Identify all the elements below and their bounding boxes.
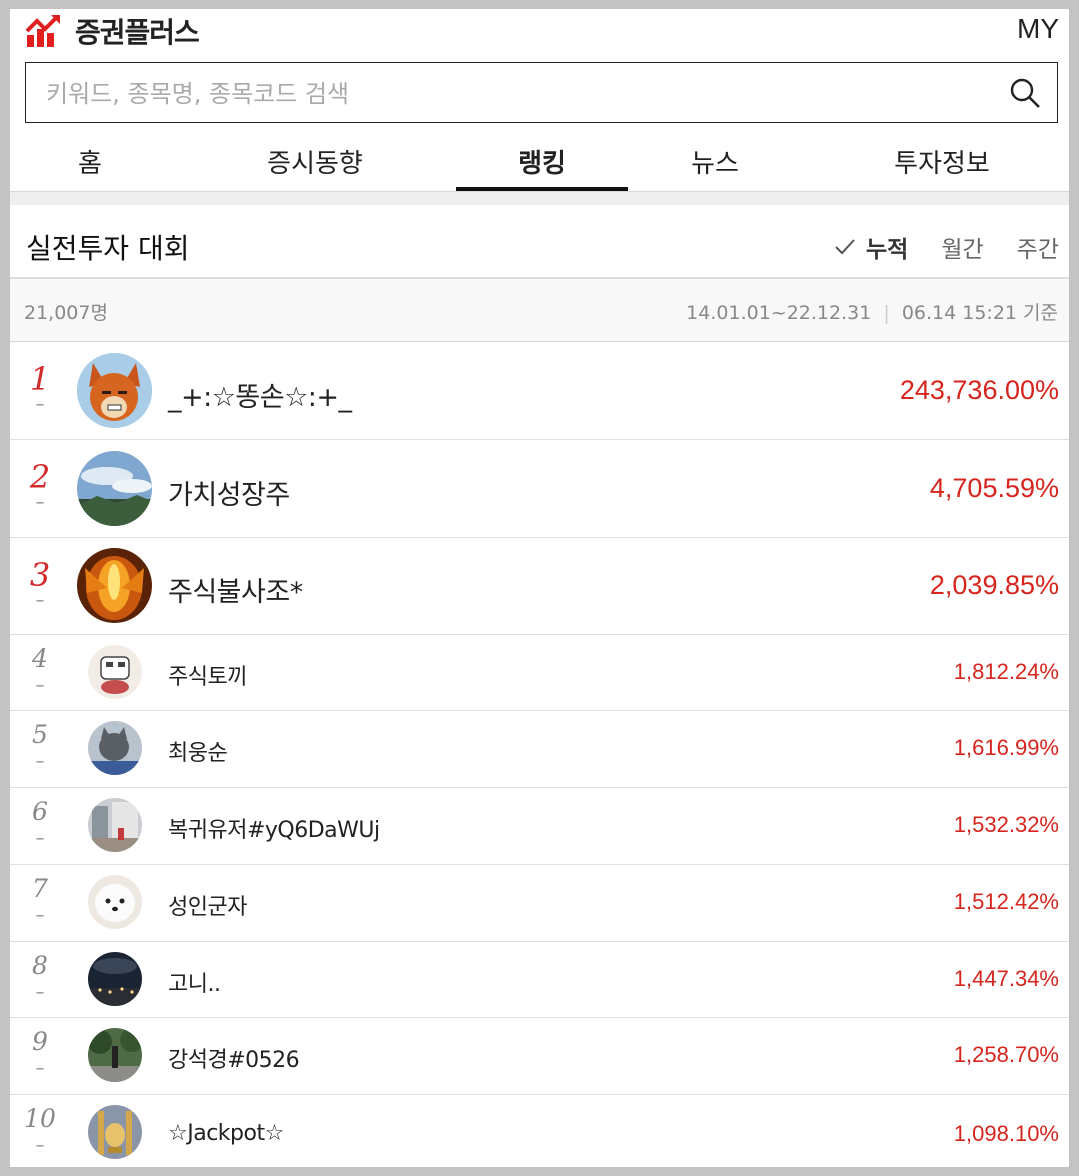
period-filters: 누적 월간 주간: [801, 230, 1059, 264]
return-rate: 1,447.34%: [953, 966, 1059, 991]
ranking-row[interactable]: 9 – 강석경#0526 1,258.70%: [10, 1018, 1069, 1095]
rank-change: –: [35, 905, 45, 926]
night-city-avatar: [88, 952, 142, 1006]
ranking-row[interactable]: 1 – _+:☆똥손☆:+_ 243,736.00%: [10, 342, 1069, 440]
rank-change: –: [35, 394, 45, 415]
rank-change: –: [35, 675, 45, 696]
filter-cumulative-label: 누적: [866, 237, 909, 263]
search-icon[interactable]: [1009, 77, 1041, 109]
period-info: 14.01.01~22.12.31 | 06.14 15:21 기준: [686, 298, 1058, 325]
nickname: ☆Jackpot☆: [168, 1121, 284, 1146]
ranking-row[interactable]: 10 – ☆Jackpot☆ 1,098.10%: [10, 1095, 1069, 1167]
rank-number: 7: [32, 874, 48, 903]
street-photo-avatar: [88, 798, 142, 852]
ranking-row[interactable]: 2 – 가치성장주 4,705.59%: [10, 440, 1069, 538]
return-rate: 1,812.24%: [953, 659, 1059, 684]
return-rate: 4,705.59%: [929, 473, 1059, 503]
tab-invest-info[interactable]: 투자정보: [872, 143, 1012, 180]
ranking-row[interactable]: 3 – 주식불사조* 2,039.85%: [10, 538, 1069, 635]
ranking-row[interactable]: 6 – 복귀유저#yQ6DaWUj 1,532.32%: [10, 788, 1069, 865]
return-rate: 1,258.70%: [953, 1042, 1059, 1067]
participant-count: 21,007명: [24, 302, 108, 324]
return-rate: 243,736.00%: [899, 375, 1059, 405]
return-rate: 1,532.32%: [953, 812, 1059, 837]
white-dog-avatar: [88, 875, 142, 929]
nickname: 주식불사조*: [168, 577, 303, 608]
search-box: [25, 62, 1058, 123]
ranking-row[interactable]: 5 – 최웅순 1,616.99%: [10, 711, 1069, 788]
rabbit-character-avatar: [88, 645, 142, 699]
cat-photo-avatar: [88, 721, 142, 775]
nickname: _+:☆똥손☆:+_: [168, 382, 352, 413]
section-divider: [10, 192, 1069, 205]
rank-change: –: [35, 492, 45, 513]
brand-logo[interactable]: 증권플러스: [25, 11, 200, 51]
rank-change: –: [35, 982, 45, 1003]
phoenix-fire-avatar: [77, 548, 152, 623]
fox-character-avatar: [77, 353, 152, 428]
main-tabs: 홈 증시동향 랭킹 뉴스 투자정보: [10, 129, 1069, 192]
period-separator: |: [883, 302, 890, 324]
ranking-meta-bar: 21,007명 14.01.01~22.12.31 | 06.14 15:21 …: [10, 279, 1069, 342]
rank-number: 9: [32, 1027, 48, 1056]
nickname: 성인군자: [168, 895, 247, 920]
ranking-row[interactable]: 7 – 성인군자 1,512.42%: [10, 865, 1069, 942]
rank-number: 5: [32, 720, 48, 749]
rank-number: 4: [32, 644, 48, 673]
return-rate: 1,616.99%: [953, 735, 1059, 760]
rank-number: 6: [32, 797, 48, 826]
filter-monthly[interactable]: 월간: [941, 230, 983, 264]
ranking-row[interactable]: 8 – 고니.. 1,447.34%: [10, 942, 1069, 1018]
rank-change: –: [35, 1058, 45, 1079]
filter-weekly[interactable]: 주간: [1017, 230, 1059, 264]
tab-market-trends[interactable]: 증시동향: [245, 143, 385, 180]
golden-trophy-avatar: [88, 1105, 142, 1159]
rank-number: 8: [32, 951, 48, 980]
ranking-row[interactable]: 4 – 주식토끼 1,812.24%: [10, 635, 1069, 711]
return-rate: 1,512.42%: [953, 889, 1059, 914]
section-title: 실전투자 대회: [26, 232, 190, 265]
search-input[interactable]: [44, 75, 988, 113]
brand-name: 증권플러스: [75, 16, 200, 49]
park-photo-avatar: [88, 1028, 142, 1082]
rank-number: 10: [24, 1104, 56, 1133]
tab-ranking[interactable]: 랭킹: [486, 143, 598, 180]
tab-news[interactable]: 뉴스: [670, 143, 760, 180]
rank-change: –: [35, 751, 45, 772]
as-of-time: 06.14 15:21 기준: [901, 302, 1058, 324]
rank-number: 3: [29, 556, 51, 594]
rank-change: –: [35, 828, 45, 849]
chart-logo-icon: [25, 15, 60, 47]
filter-cumulative[interactable]: 누적: [834, 230, 908, 264]
nickname: 복귀유저#yQ6DaWUj: [168, 818, 380, 843]
rank-number: 2: [29, 458, 51, 496]
nickname: 고니..: [168, 972, 221, 997]
app-frame: 증권플러스 MY 홈 증시동향 랭킹 뉴스 투자정보 실전투자 대회 누적 월간…: [10, 9, 1069, 1167]
check-icon: [835, 239, 855, 255]
rank-number: 1: [29, 360, 51, 398]
return-rate: 2,039.85%: [929, 570, 1059, 600]
nickname: 주식토끼: [168, 665, 247, 690]
nickname: 강석경#0526: [168, 1048, 300, 1073]
active-tab-indicator: [456, 187, 628, 191]
nickname: 가치성장주: [168, 480, 290, 511]
period-range: 14.01.01~22.12.31: [686, 302, 872, 324]
my-button[interactable]: MY: [1017, 13, 1059, 45]
nickname: 최웅순: [168, 741, 228, 766]
tab-home[interactable]: 홈: [60, 143, 120, 180]
return-rate: 1,098.10%: [953, 1121, 1059, 1146]
rank-change: –: [35, 1135, 45, 1156]
sky-landscape-avatar: [77, 451, 152, 526]
rank-change: –: [35, 590, 45, 611]
